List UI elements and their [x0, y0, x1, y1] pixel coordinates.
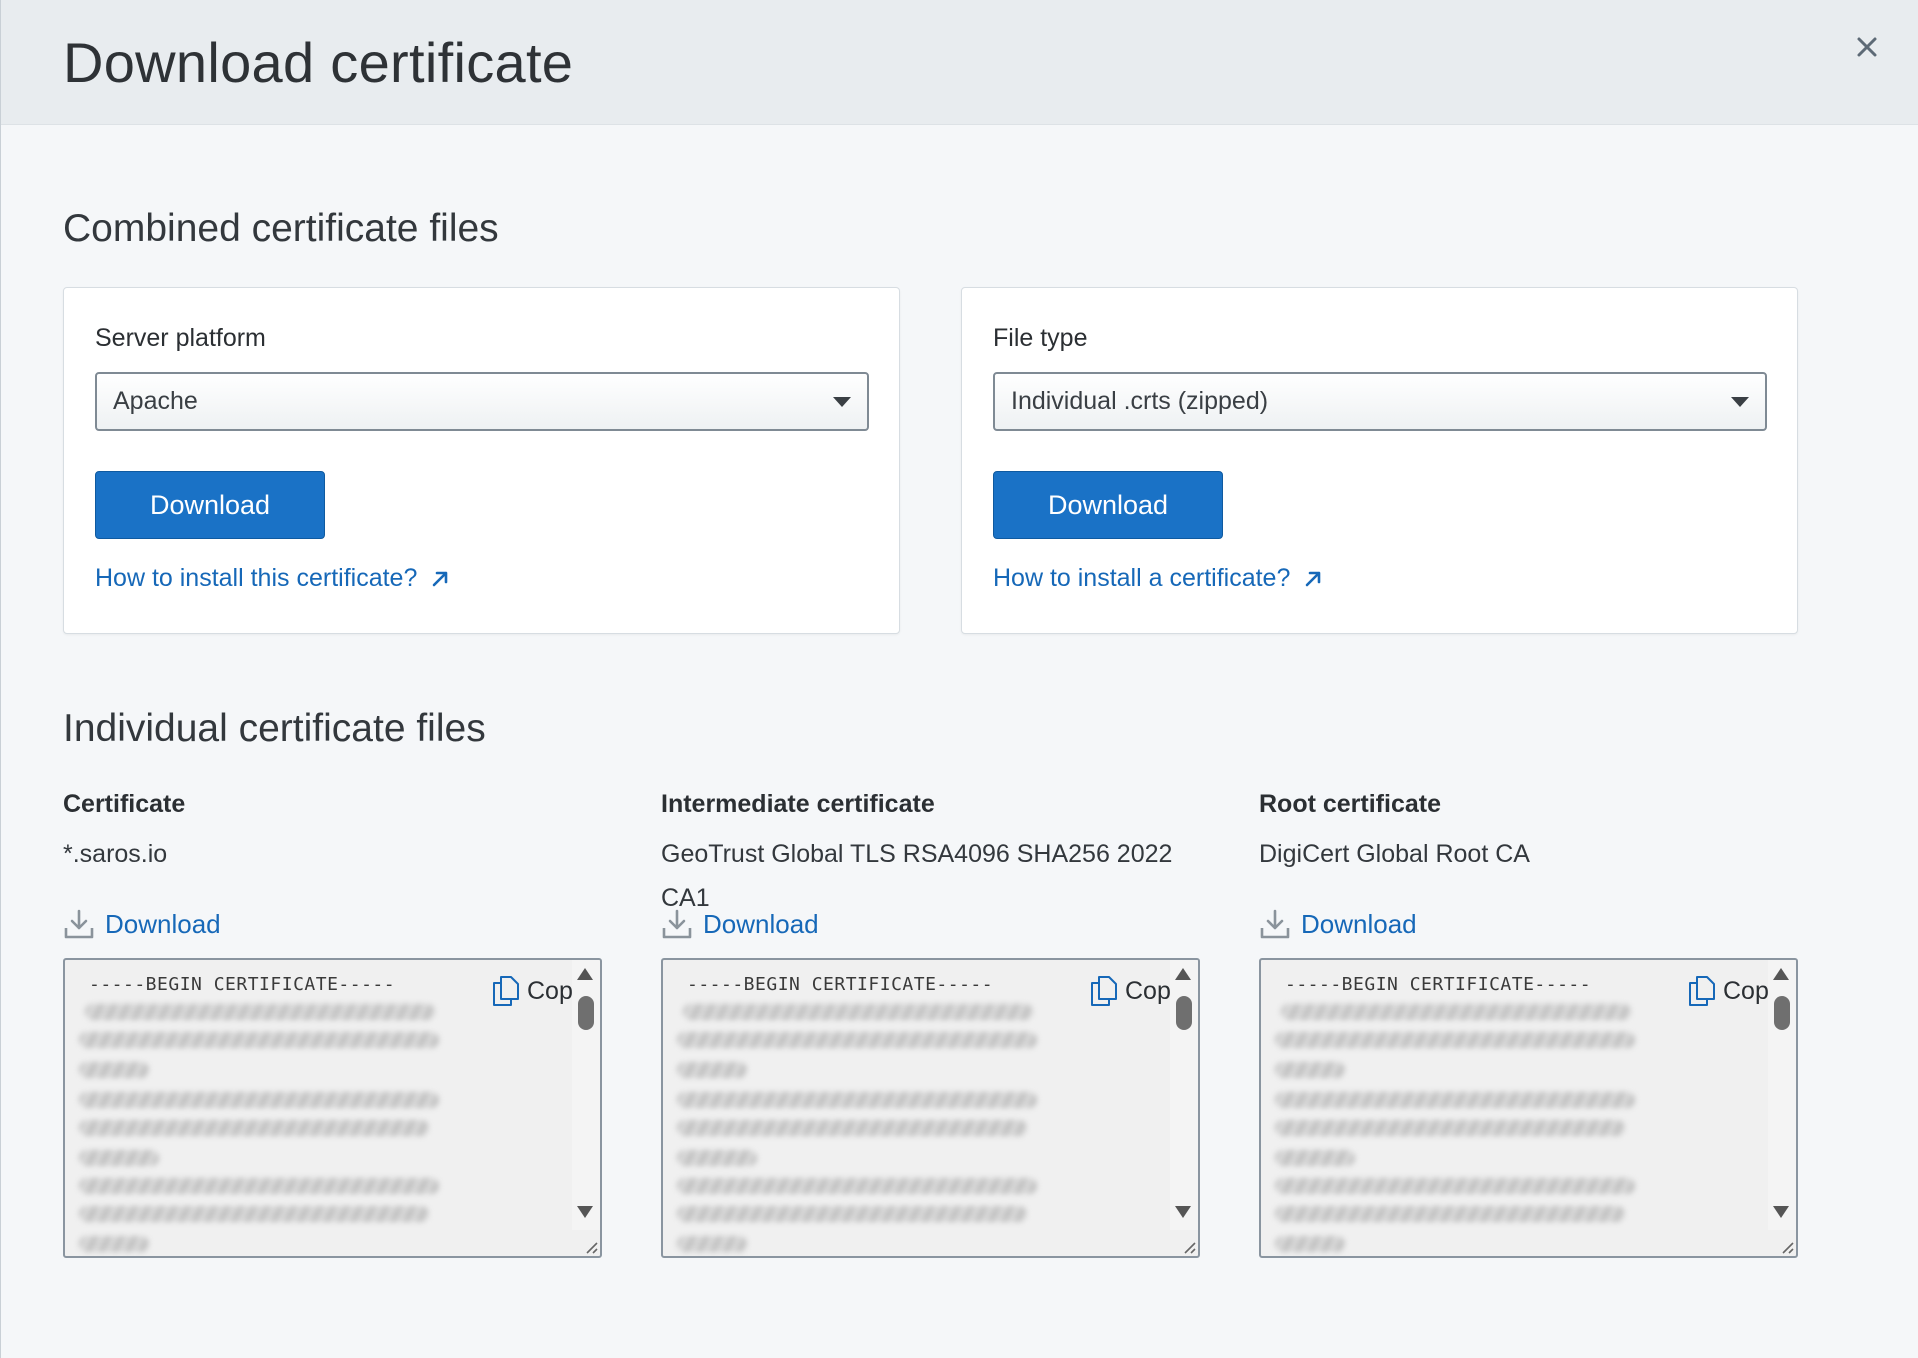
redacted-line — [79, 1120, 429, 1136]
scroll-up-icon[interactable] — [1773, 968, 1789, 980]
scroll-up-icon[interactable] — [1175, 968, 1191, 980]
server-platform-selected: Apache — [113, 387, 198, 415]
redacted-line — [85, 1004, 435, 1020]
redacted-line — [1275, 1062, 1345, 1078]
close-icon — [1857, 37, 1877, 57]
resize-handle-icon[interactable] — [1180, 1238, 1196, 1254]
download-certificate-link[interactable]: Download — [661, 908, 819, 940]
textarea-scrollbar[interactable] — [572, 960, 600, 1230]
file-type-card: File type Individual .crts (zipped) Down… — [961, 287, 1798, 634]
redacted-line — [683, 1004, 1033, 1020]
certificate-label: Root certificate — [1259, 790, 1441, 818]
how-to-install-a-link[interactable]: How to install a certificate? — [993, 564, 1322, 593]
download-icon — [662, 909, 692, 939]
redacted-line — [677, 1092, 1037, 1108]
certificate-begin-text: -----BEGIN CERTIFICATE----- — [1285, 974, 1592, 995]
dialog-title: Download certificate — [63, 31, 574, 94]
dialog-header: Download certificate — [1, 0, 1918, 125]
copy-icon — [1091, 976, 1117, 1006]
copy-icon — [493, 976, 519, 1006]
scroll-down-icon[interactable] — [1175, 1206, 1191, 1218]
redacted-line — [1275, 1150, 1355, 1166]
redacted-line — [1275, 1120, 1625, 1136]
file-type-label: File type — [993, 324, 1088, 352]
redacted-line — [677, 1120, 1027, 1136]
download-certificate-link[interactable]: Download — [63, 908, 221, 940]
certificate-value: *.saros.io — [63, 840, 168, 868]
individual-files-heading: Individual certificate files — [63, 707, 486, 750]
textarea-scrollbar[interactable] — [1170, 960, 1198, 1230]
redacted-line — [677, 1032, 1037, 1048]
scroll-thumb[interactable] — [1176, 996, 1192, 1030]
server-platform-select[interactable]: Apache — [95, 372, 869, 431]
redacted-line — [677, 1236, 747, 1252]
how-to-install-this-link[interactable]: How to install this certificate? — [95, 564, 449, 593]
redacted-line — [1275, 1178, 1635, 1194]
download-icon — [1260, 909, 1290, 939]
caret-down-icon — [833, 397, 851, 407]
redacted-line — [79, 1206, 429, 1222]
file-type-select[interactable]: Individual .crts (zipped) — [993, 372, 1767, 431]
copy-button[interactable]: Copy — [489, 974, 585, 1008]
scroll-thumb[interactable] — [578, 996, 594, 1030]
resize-handle-icon[interactable] — [582, 1238, 598, 1254]
redacted-line — [677, 1062, 747, 1078]
certificate-begin-text: -----BEGIN CERTIFICATE----- — [89, 974, 396, 995]
download-link-text: Download — [105, 908, 221, 939]
how-to-install-this-text: How to install this certificate? — [95, 564, 418, 592]
redacted-line — [79, 1092, 439, 1108]
download-icon — [64, 909, 94, 939]
download-combined-button[interactable]: Download — [95, 471, 325, 539]
caret-down-icon — [1731, 397, 1749, 407]
certificate-label: Certificate — [63, 790, 186, 818]
redacted-line — [79, 1150, 159, 1166]
scroll-up-icon[interactable] — [577, 968, 593, 980]
redacted-line — [677, 1206, 1027, 1222]
copy-button[interactable]: Copy — [1087, 974, 1183, 1008]
external-link-icon — [1306, 571, 1321, 586]
certificate-value: DigiCert Global Root CA — [1259, 840, 1530, 868]
redacted-line — [79, 1032, 439, 1048]
server-platform-label: Server platform — [95, 324, 266, 352]
redacted-line — [1275, 1032, 1635, 1048]
file-type-selected: Individual .crts (zipped) — [1011, 387, 1269, 415]
certificate-textarea[interactable]: -----BEGIN CERTIFICATE----- Copy — [63, 958, 602, 1258]
redacted-line — [79, 1178, 439, 1194]
redacted-line — [1275, 1092, 1635, 1108]
certificate-value: GeoTrust Global TLS RSA4096 SHA256 2022 … — [661, 840, 1173, 912]
download-link-text: Download — [1301, 908, 1417, 939]
certificate-textarea[interactable]: -----BEGIN CERTIFICATE----- Copy — [1259, 958, 1798, 1258]
certificate-begin-text: -----BEGIN CERTIFICATE----- — [687, 974, 994, 995]
combined-files-heading: Combined certificate files — [63, 207, 499, 250]
download-certificate-dialog: Download certificate Combined certificat… — [0, 0, 1918, 1358]
redacted-line — [1281, 1004, 1631, 1020]
download-filetype-button[interactable]: Download — [993, 471, 1223, 539]
server-platform-card: Server platform Apache Download How to i… — [63, 287, 900, 634]
redacted-line — [1275, 1206, 1625, 1222]
certificate-label: Intermediate certificate — [661, 790, 935, 818]
external-link-icon — [433, 571, 448, 586]
how-to-install-a-text: How to install a certificate? — [993, 564, 1291, 592]
scroll-thumb[interactable] — [1774, 996, 1790, 1030]
certificate-textarea[interactable]: -----BEGIN CERTIFICATE----- Copy — [661, 958, 1200, 1258]
scroll-down-icon[interactable] — [577, 1206, 593, 1218]
resize-handle-icon[interactable] — [1778, 1238, 1794, 1254]
scroll-down-icon[interactable] — [1773, 1206, 1789, 1218]
download-link-text: Download — [703, 908, 819, 939]
copy-button[interactable]: Copy — [1685, 974, 1781, 1008]
redacted-line — [79, 1062, 149, 1078]
redacted-line — [1275, 1236, 1345, 1252]
redacted-line — [677, 1178, 1037, 1194]
download-certificate-link[interactable]: Download — [1259, 908, 1417, 940]
copy-icon — [1689, 976, 1715, 1006]
textarea-scrollbar[interactable] — [1768, 960, 1796, 1230]
redacted-line — [79, 1236, 149, 1252]
redacted-line — [677, 1150, 757, 1166]
close-button[interactable] — [1850, 30, 1884, 64]
